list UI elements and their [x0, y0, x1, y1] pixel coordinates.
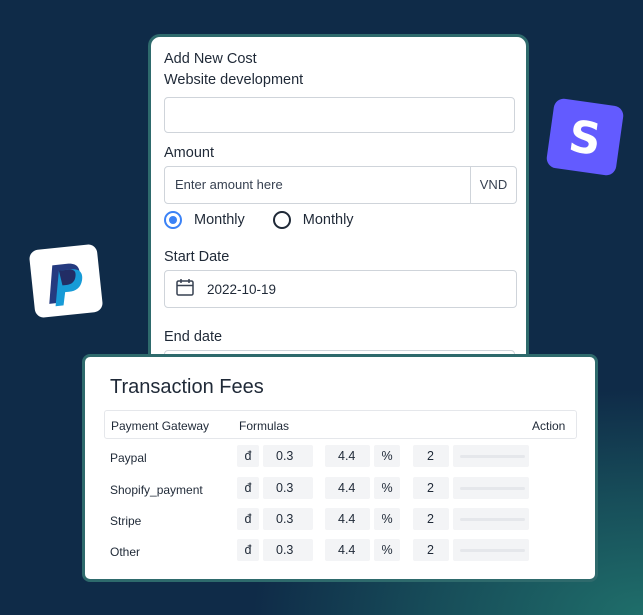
slider-track: [460, 549, 525, 552]
gateway-name: Shopify_payment: [110, 483, 203, 497]
radio-label: Monthly: [302, 212, 354, 228]
currency-symbol-cell: đ: [237, 445, 259, 467]
paypal-logo-icon: [27, 242, 105, 325]
calendar-icon: [175, 277, 195, 302]
frequency-radio-monthly-1[interactable]: Monthly: [164, 211, 245, 229]
percent-sign-cell: %: [374, 539, 400, 561]
percent-fee-input[interactable]: 4.4: [325, 508, 370, 530]
background-scene: Add New Cost Website development Amount …: [0, 0, 643, 615]
action-slider[interactable]: [453, 539, 529, 561]
add-cost-card: Add New Cost Website development Amount …: [148, 34, 529, 394]
currency-symbol-cell: đ: [237, 508, 259, 530]
radio-unselected-icon: [272, 211, 291, 229]
count-input[interactable]: 2: [413, 539, 449, 561]
percent-sign-cell: %: [374, 508, 400, 530]
gateway-name: Stripe: [110, 514, 142, 528]
count-input[interactable]: 2: [413, 445, 449, 467]
currency-symbol-cell: đ: [237, 477, 259, 499]
fees-title: Transaction Fees: [110, 376, 264, 398]
transaction-fees-card: Transaction Fees Payment Gateway Formula…: [82, 354, 598, 582]
percent-fee-input[interactable]: 4.4: [325, 539, 370, 561]
table-row: Stripe đ 0.3 4.4 % 2: [110, 508, 580, 532]
table-row: Paypal đ 0.3 4.4 % 2: [110, 445, 580, 469]
start-date-label: Start Date: [164, 249, 230, 265]
slider-track: [460, 487, 525, 490]
action-slider[interactable]: [453, 445, 529, 467]
count-input[interactable]: 2: [413, 508, 449, 530]
header-payment-gateway: Payment Gateway: [111, 419, 210, 433]
fixed-fee-input[interactable]: 0.3: [263, 477, 313, 499]
frequency-radio-monthly-2[interactable]: Monthly: [272, 211, 354, 229]
percent-sign-cell: %: [374, 445, 400, 467]
action-slider[interactable]: [453, 477, 529, 499]
start-date-value: 2022-10-19: [207, 281, 277, 297]
amount-placeholder[interactable]: Enter amount here: [165, 167, 470, 203]
amount-label: Amount: [164, 145, 214, 161]
table-row: Shopify_payment đ 0.3 4.4 % 2: [110, 477, 580, 501]
percent-sign-cell: %: [374, 477, 400, 499]
amount-field[interactable]: Enter amount here VND: [164, 166, 517, 204]
slider-track: [460, 455, 525, 458]
currency-symbol-cell: đ: [237, 539, 259, 561]
percent-fee-input[interactable]: 4.4: [325, 445, 370, 467]
currency-select[interactable]: VND: [470, 167, 516, 203]
header-formulas: Formulas: [239, 419, 290, 433]
fixed-fee-input[interactable]: 0.3: [263, 445, 313, 467]
gateway-name: Other: [110, 545, 141, 559]
fees-table-header: Payment Gateway Formulas Action: [104, 410, 577, 439]
start-date-input[interactable]: 2022-10-19: [164, 270, 517, 308]
form-title: Add New Cost: [164, 51, 257, 67]
radio-label: Monthly: [194, 212, 245, 228]
slider-track: [460, 518, 525, 521]
stripe-logo-icon: S: [545, 97, 626, 183]
action-slider[interactable]: [453, 508, 529, 530]
cost-name-input[interactable]: [164, 97, 515, 133]
gateway-name: Paypal: [110, 451, 147, 465]
fixed-fee-input[interactable]: 0.3: [263, 508, 313, 530]
percent-fee-input[interactable]: 4.4: [325, 477, 370, 499]
end-date-label: End date: [164, 329, 223, 345]
table-row: Other đ 0.3 4.4 % 2: [110, 539, 580, 563]
frequency-radio-group: Monthly Monthly: [164, 211, 382, 229]
fixed-fee-input[interactable]: 0.3: [263, 539, 313, 561]
header-action: Action: [532, 419, 566, 433]
count-input[interactable]: 2: [413, 477, 449, 499]
radio-selected-icon: [164, 211, 182, 229]
cost-name-label: Website development: [164, 72, 304, 88]
